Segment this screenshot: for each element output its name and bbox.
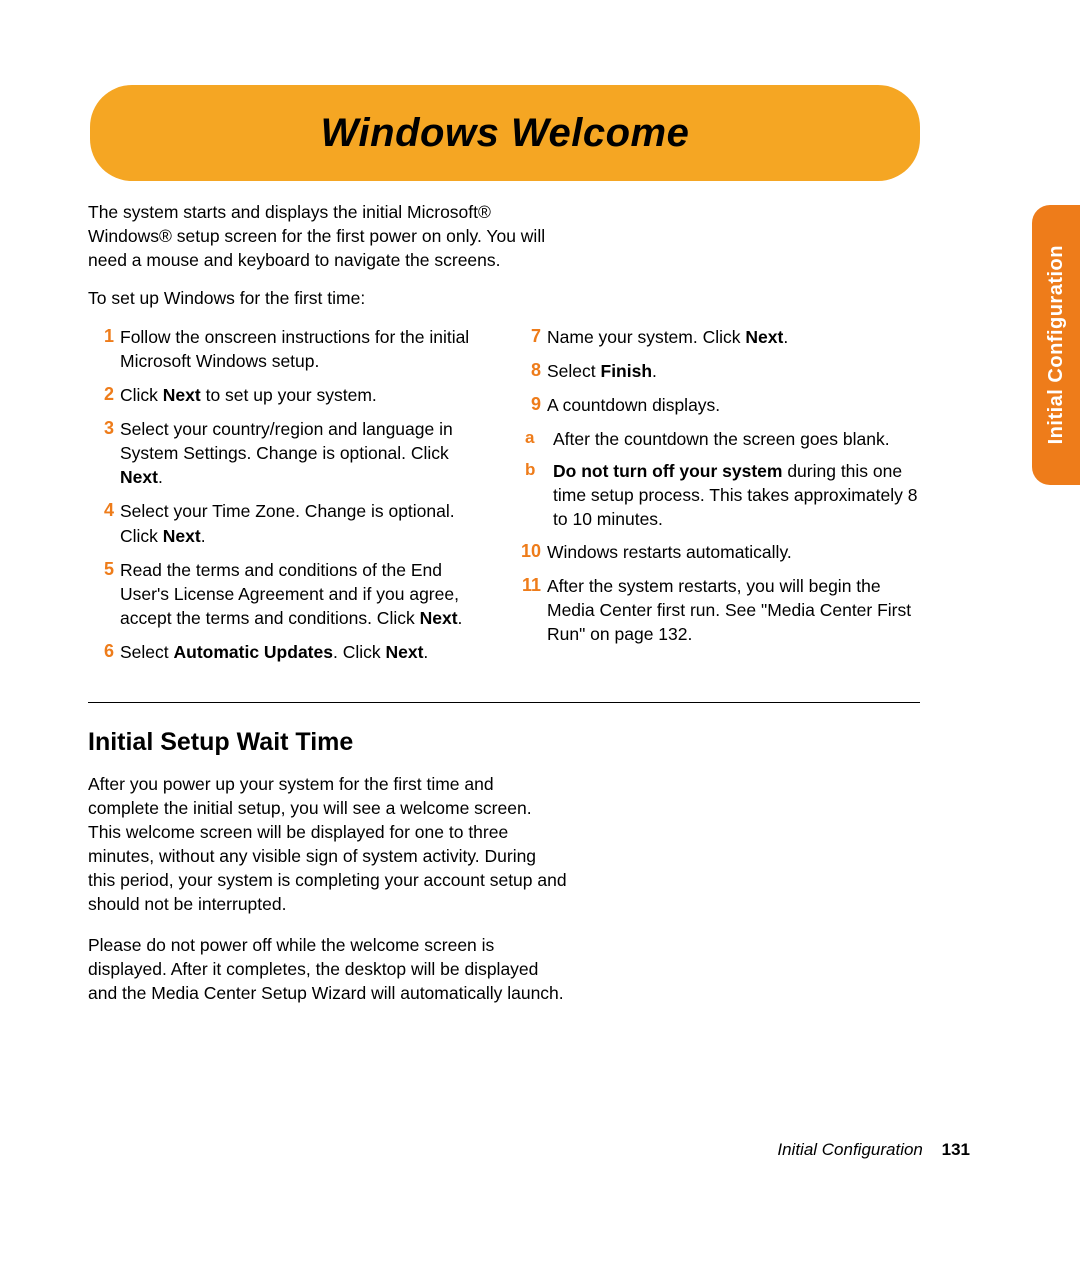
- step-number: 10: [515, 540, 547, 564]
- step-text: Select your Time Zone. Change is optiona…: [120, 499, 493, 547]
- chapter-banner: Windows Welcome: [90, 85, 920, 181]
- page-content: The system starts and displays the initi…: [88, 200, 920, 1021]
- wait-time-paragraph-2: Please do not power off while the welcom…: [88, 933, 568, 1005]
- section-divider: [88, 702, 920, 703]
- substep-letter: b: [525, 459, 553, 531]
- intro-lead-in: To set up Windows for the first time:: [88, 286, 558, 310]
- step-number: 6: [88, 640, 120, 664]
- steps-column-left: 1Follow the onscreen instructions for th…: [88, 325, 493, 675]
- step-number: 8: [515, 359, 547, 383]
- steps-column-right: 7Name your system. Click Next.8Select Fi…: [515, 325, 920, 675]
- footer-page-number: 131: [942, 1140, 970, 1159]
- step-item: 7Name your system. Click Next.: [515, 325, 920, 349]
- step-item: 1Follow the onscreen instructions for th…: [88, 325, 493, 373]
- step-item: 3Select your country/region and language…: [88, 417, 493, 489]
- step-number: 2: [88, 383, 120, 407]
- page-footer: Initial Configuration 131: [777, 1140, 970, 1160]
- steps-columns: 1Follow the onscreen instructions for th…: [88, 325, 920, 675]
- substep-text: Do not turn off your system during this …: [553, 459, 920, 531]
- document-page: Initial Configuration Windows Welcome Th…: [0, 0, 1080, 1270]
- step-text: After the system restarts, you will begi…: [547, 574, 920, 646]
- step-item: 4Select your Time Zone. Change is option…: [88, 499, 493, 547]
- step-text: Read the terms and conditions of the End…: [120, 558, 493, 630]
- step-text: Select Automatic Updates. Click Next.: [120, 640, 493, 664]
- step-text: Follow the onscreen instructions for the…: [120, 325, 493, 373]
- step-item: 5Read the terms and conditions of the En…: [88, 558, 493, 630]
- step-number: 9: [515, 393, 547, 417]
- wait-time-section: Initial Setup Wait Time After you power …: [88, 725, 920, 1005]
- substep-item: aAfter the countdown the screen goes bla…: [525, 427, 920, 451]
- step-text: Windows restarts automatically.: [547, 540, 920, 564]
- substep-letter: a: [525, 427, 553, 451]
- step-item: 6Select Automatic Updates. Click Next.: [88, 640, 493, 664]
- step-number: 4: [88, 499, 120, 547]
- step-number: 3: [88, 417, 120, 489]
- intro-paragraph: The system starts and displays the initi…: [88, 200, 558, 272]
- section-tab-label: Initial Configuration: [1045, 245, 1068, 444]
- step-text: Select Finish.: [547, 359, 920, 383]
- substep-item: bDo not turn off your system during this…: [525, 459, 920, 531]
- step-number: 1: [88, 325, 120, 373]
- step-item: 11After the system restarts, you will be…: [515, 574, 920, 646]
- chapter-title: Windows Welcome: [321, 111, 690, 156]
- substep-text: After the countdown the screen goes blan…: [553, 427, 920, 451]
- step-text: Click Next to set up your system.: [120, 383, 493, 407]
- step-text: Select your country/region and language …: [120, 417, 493, 489]
- step-item: 2Click Next to set up your system.: [88, 383, 493, 407]
- step-item: 10Windows restarts automatically.: [515, 540, 920, 564]
- section-tab: Initial Configuration: [1032, 205, 1080, 485]
- wait-time-heading: Initial Setup Wait Time: [88, 725, 920, 760]
- step-number: 5: [88, 558, 120, 630]
- wait-time-paragraph-1: After you power up your system for the f…: [88, 772, 568, 917]
- footer-section: Initial Configuration: [777, 1140, 923, 1159]
- step-item: 8Select Finish.: [515, 359, 920, 383]
- step-number: 11: [515, 574, 547, 646]
- step-text: A countdown displays.: [547, 393, 920, 417]
- step-number: 7: [515, 325, 547, 349]
- step-item: 9A countdown displays.: [515, 393, 920, 417]
- step-text: Name your system. Click Next.: [547, 325, 920, 349]
